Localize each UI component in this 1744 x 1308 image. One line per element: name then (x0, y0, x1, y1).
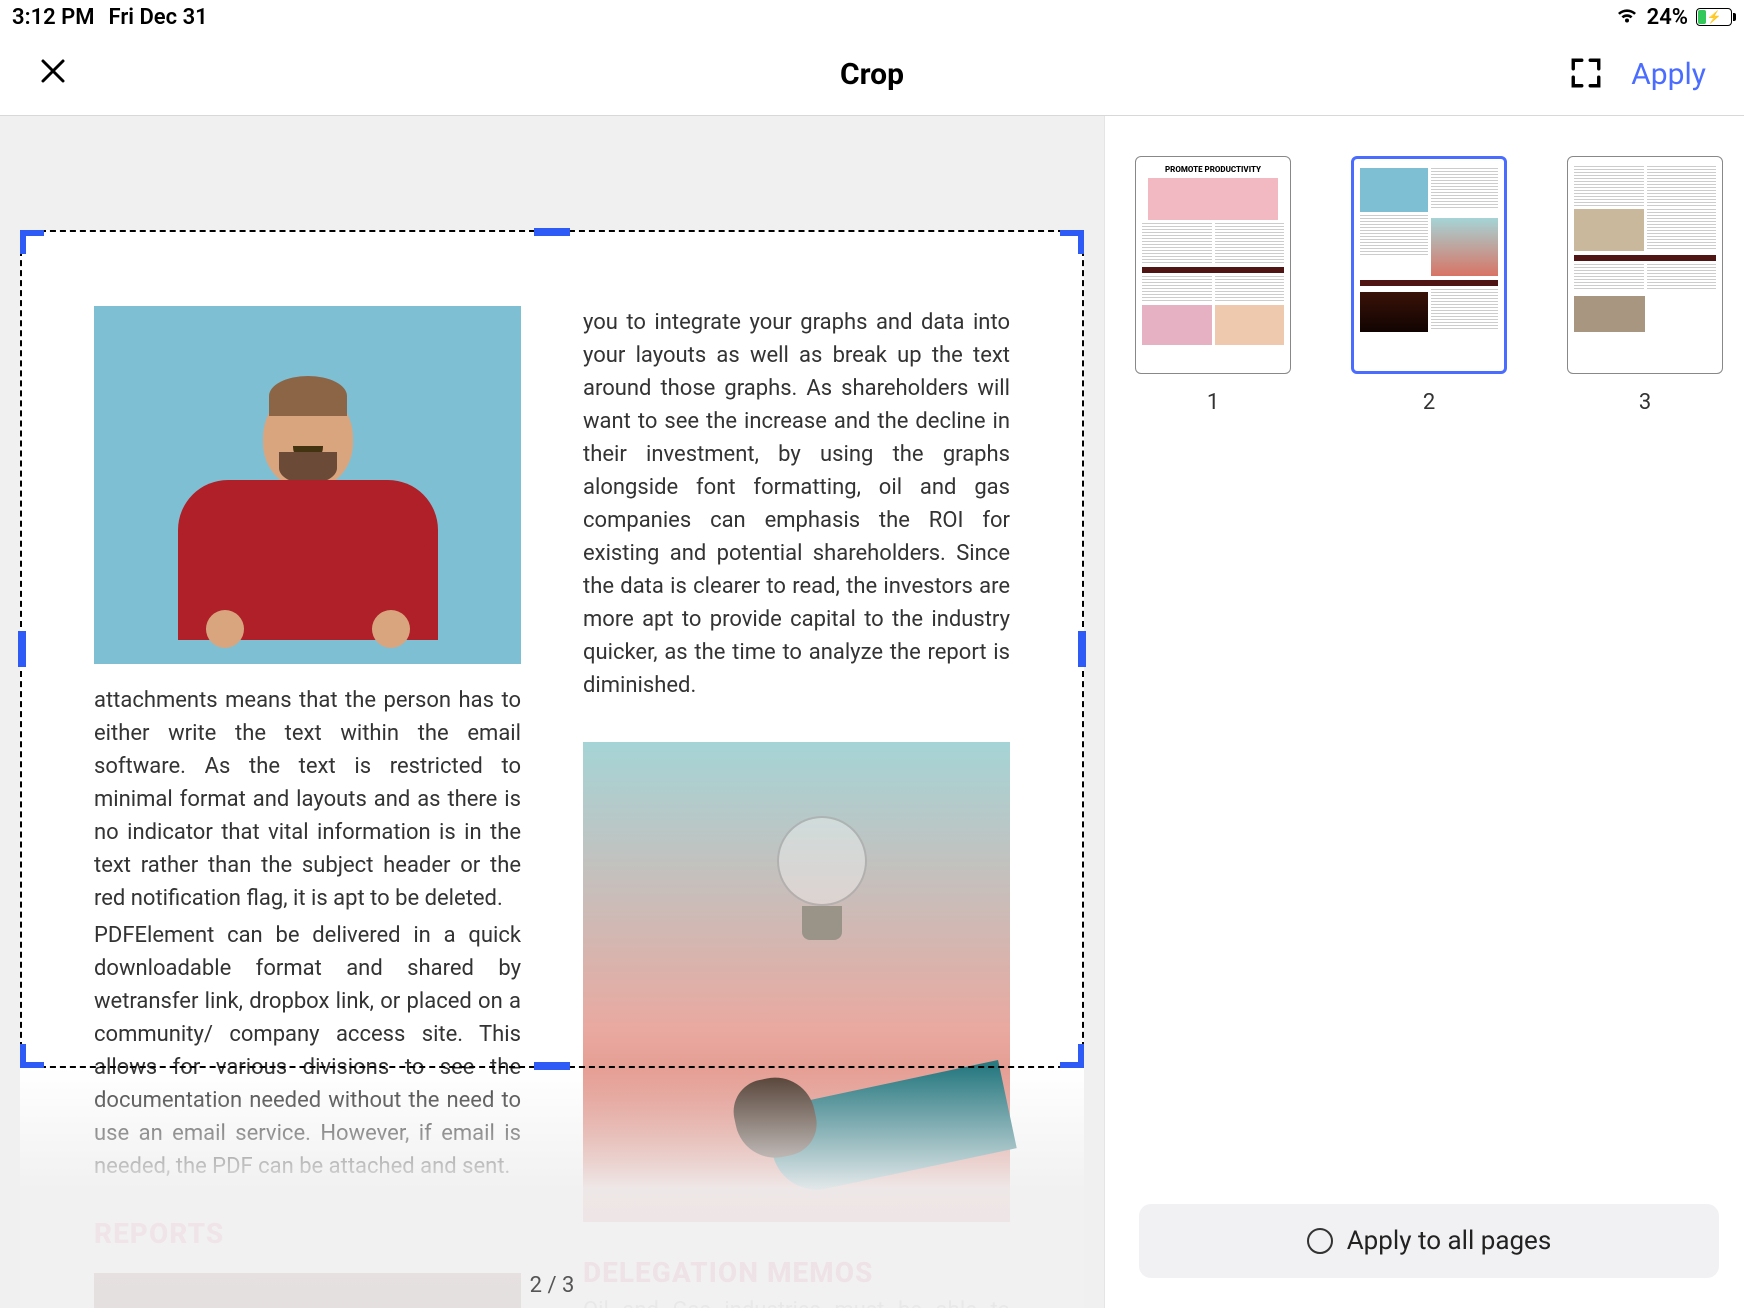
status-bar: 3:12 PM Fri Dec 31 24% ⚡ (0, 0, 1744, 34)
close-icon[interactable] (38, 56, 68, 94)
page-image-lightbulb (583, 742, 1010, 1222)
apply-to-all-pages-button[interactable]: Apply to all pages (1139, 1204, 1719, 1278)
thumbnail-number: 3 (1639, 390, 1651, 415)
battery-icon: ⚡ (1696, 8, 1732, 26)
page-title: Crop (840, 57, 904, 92)
body-text: you to integrate your graphs and data in… (583, 306, 1010, 702)
page-thumbnail-2[interactable] (1351, 156, 1507, 374)
document-page: attachments means that the person has to… (20, 230, 1084, 1308)
expand-icon[interactable] (1569, 56, 1603, 94)
section-heading-reports: REPORTS (94, 1213, 521, 1255)
body-text: Oil and Gas industries must be able to d… (583, 1294, 1010, 1308)
page-thumbnails-panel: PROMOTE PRODUCTIVITY 1 2 (1104, 116, 1744, 1308)
wifi-icon (1615, 5, 1639, 30)
page-image-sunset (94, 1273, 521, 1308)
body-text: attachments means that the person has to… (94, 684, 521, 915)
crop-header: Crop Apply (0, 34, 1744, 116)
thumbnail-number: 2 (1423, 390, 1435, 415)
page-image-happy-man (94, 306, 521, 664)
battery-percent: 24% (1647, 5, 1688, 30)
thumbnail-heading: PROMOTE PRODUCTIVITY (1142, 163, 1284, 176)
page-counter: 2 / 3 (530, 1273, 575, 1298)
crop-canvas[interactable]: attachments means that the person has to… (0, 116, 1104, 1308)
section-heading-delegation: DELEGATION MEMOS (583, 1252, 1010, 1294)
status-date: Fri Dec 31 (109, 5, 208, 30)
apply-button[interactable]: Apply (1631, 57, 1706, 92)
status-time: 3:12 PM (12, 5, 95, 30)
thumbnail-number: 1 (1207, 390, 1219, 415)
apply-all-label: Apply to all pages (1347, 1226, 1552, 1256)
page-thumbnail-3[interactable] (1567, 156, 1723, 374)
body-text: PDFElement can be delivered in a quick d… (94, 919, 521, 1183)
radio-icon (1307, 1228, 1333, 1254)
page-thumbnail-1[interactable]: PROMOTE PRODUCTIVITY (1135, 156, 1291, 374)
